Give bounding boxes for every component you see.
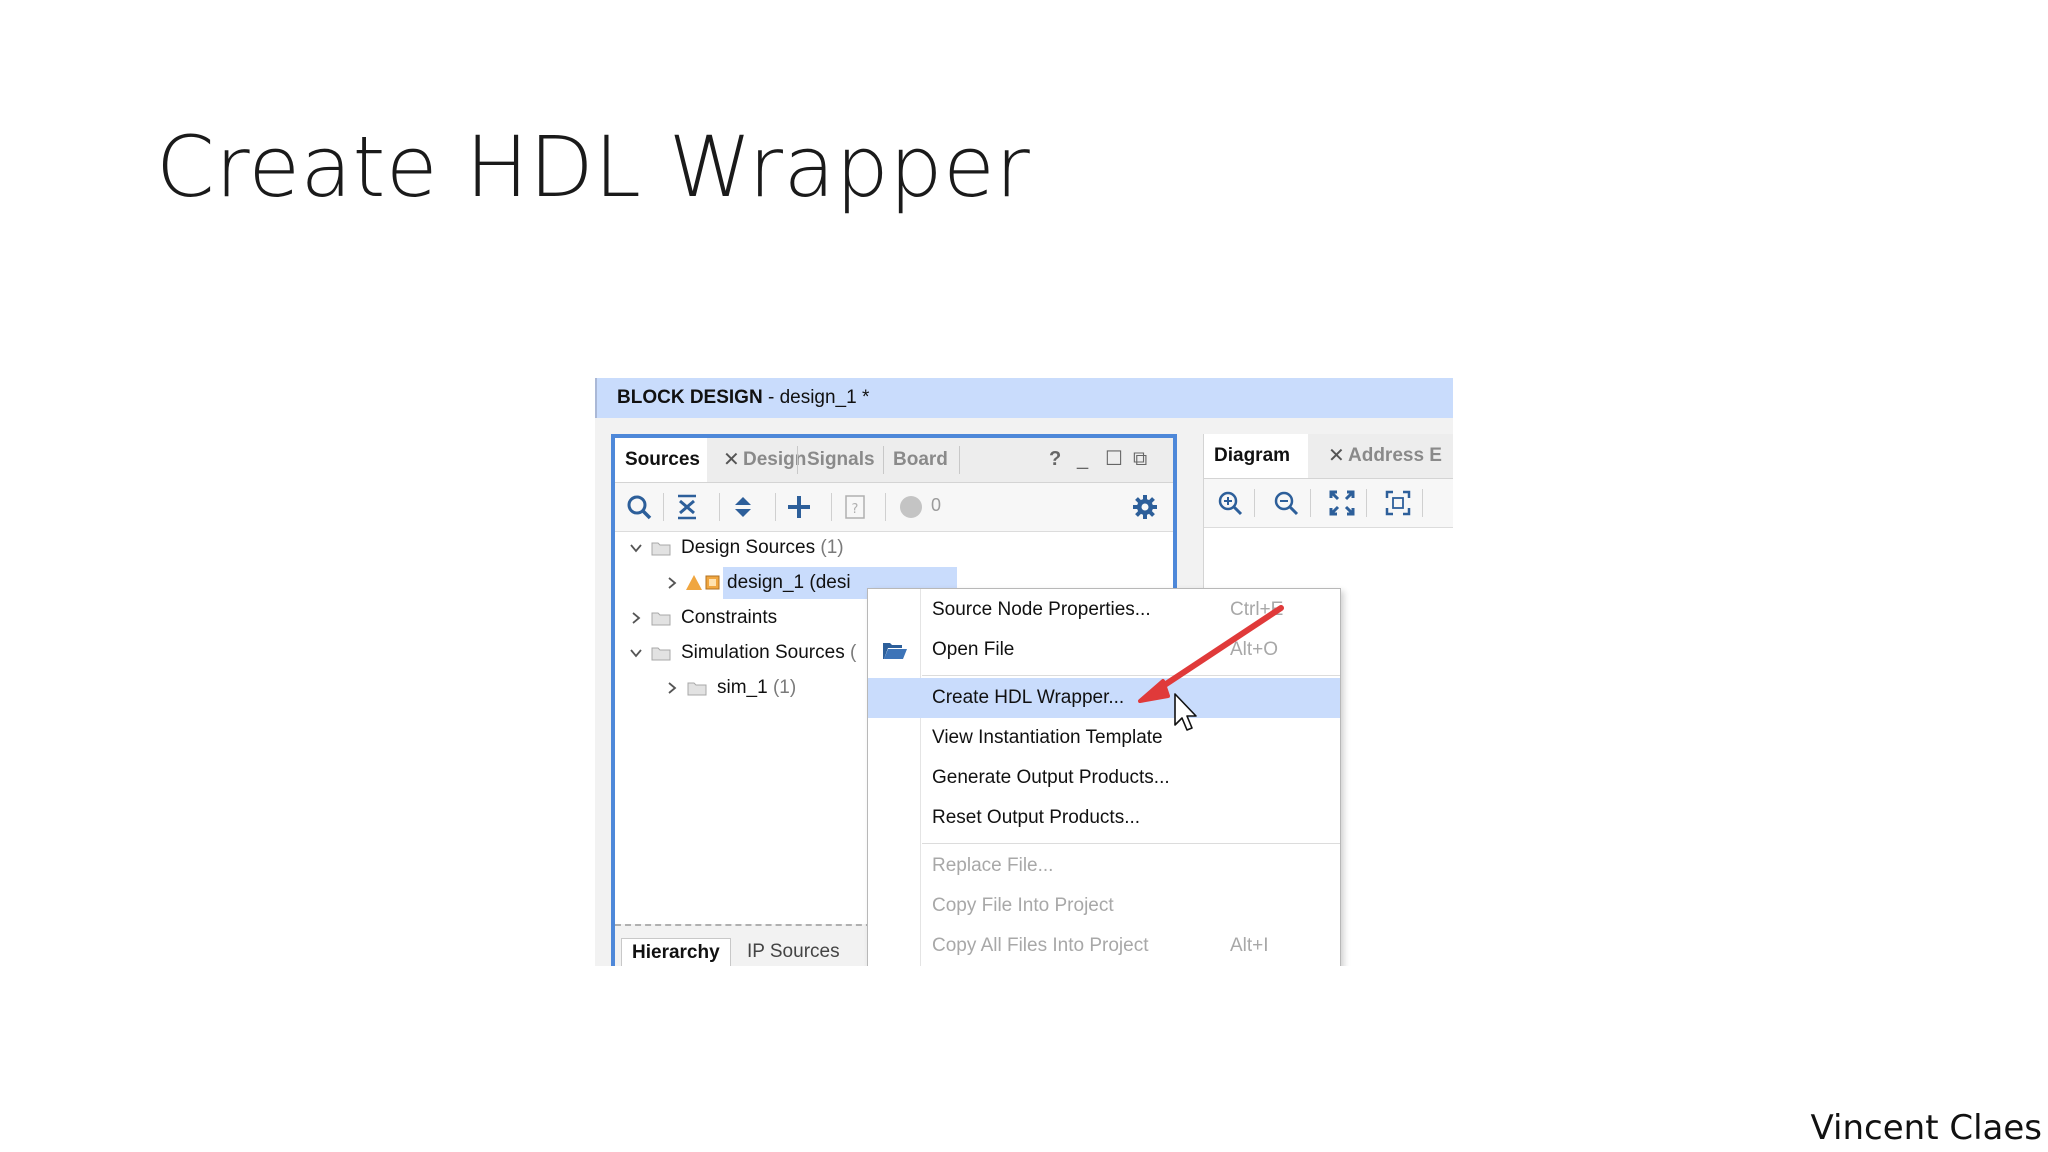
float-icon[interactable]: ⧉: [1133, 448, 1147, 470]
vivado-screenshot: BLOCK DESIGN - design_1 * Sources ✕ Desi…: [595, 378, 1453, 966]
sources-toolbar: ? 0: [615, 483, 1173, 532]
zoom-out-icon[interactable]: [1272, 489, 1300, 517]
collapse-all-icon[interactable]: [673, 493, 701, 521]
menu-separator: [922, 843, 1340, 844]
chevron-right-icon[interactable]: [665, 576, 679, 590]
add-icon[interactable]: [785, 493, 813, 521]
maximize-icon[interactable]: ☐: [1105, 448, 1123, 470]
tab-divider: [883, 446, 884, 474]
close-icon[interactable]: ✕: [1328, 446, 1345, 466]
tab-board[interactable]: Board: [893, 438, 948, 482]
tree-item-label: sim_1: [717, 677, 768, 698]
block-design-header: BLOCK DESIGN - design_1 *: [595, 378, 1453, 418]
toolbar-divider: [1422, 489, 1423, 517]
tab-divider: [959, 446, 960, 474]
menu-item-source-node-properties[interactable]: Source Node Properties... Ctrl+E: [868, 590, 1340, 630]
menu-item-open-file[interactable]: Open File Alt+O: [868, 630, 1340, 670]
folder-icon: [651, 647, 671, 661]
folder-icon: [651, 542, 671, 556]
zoom-in-icon[interactable]: [1216, 489, 1244, 517]
status-dot-icon: [900, 496, 922, 518]
toolbar-divider: [719, 493, 720, 521]
toolbar-divider: [1254, 489, 1255, 517]
tree-item-label: Constraints: [681, 607, 778, 628]
zoom-fit-icon[interactable]: [1328, 489, 1356, 517]
menu-item-replace-file[interactable]: Replace File...: [868, 846, 1340, 886]
tab-sources[interactable]: Sources: [615, 438, 707, 482]
menu-item-copy-all-files-into-project[interactable]: Copy All Files Into Project Alt+I: [868, 926, 1340, 966]
tree-item-label: Design Sources: [681, 537, 816, 558]
tab-ip-sources[interactable]: IP Sources: [737, 938, 850, 966]
toolbar-divider: [831, 493, 832, 521]
header-design-name: - design_1 *: [762, 387, 870, 408]
chevron-right-icon[interactable]: [629, 611, 643, 625]
chevron-down-icon[interactable]: [629, 646, 643, 660]
block-design-icon: [686, 575, 720, 590]
close-icon[interactable]: ✕: [723, 450, 740, 470]
minimize-icon[interactable]: _: [1077, 448, 1088, 470]
expand-all-icon[interactable]: [729, 493, 757, 521]
toolbar-divider: [775, 493, 776, 521]
tab-diagram[interactable]: Diagram: [1204, 434, 1308, 478]
toolbar-divider: [1366, 489, 1367, 517]
search-icon[interactable]: [625, 493, 653, 521]
chevron-right-icon[interactable]: [665, 681, 679, 695]
tree-item-count: (1): [820, 537, 844, 558]
svg-text:?: ?: [852, 502, 859, 517]
tree-item-label: Simulation Sources: [681, 642, 845, 663]
menu-item-copy-file-into-project[interactable]: Copy File Into Project: [868, 886, 1340, 926]
menu-item-reset-output-products[interactable]: Reset Output Products...: [868, 798, 1340, 838]
chevron-down-icon[interactable]: [629, 541, 643, 555]
folder-open-icon: [883, 643, 907, 659]
slide-title: Create HDL Wrapper: [156, 118, 1031, 216]
sources-tabbar: Sources ✕ Design Signals Board ? _ ☐ ⧉: [615, 438, 1173, 483]
gear-icon[interactable]: [1131, 493, 1159, 521]
zoom-selection-icon[interactable]: [1384, 489, 1412, 517]
tab-signals[interactable]: Signals: [807, 438, 875, 482]
folder-icon: [651, 612, 671, 626]
folder-icon: [687, 682, 707, 696]
diagram-toolbar: [1204, 479, 1453, 528]
header-title: BLOCK DESIGN: [617, 387, 763, 408]
author-name: Vincent Claes: [1810, 1108, 2042, 1148]
help-icon[interactable]: ?: [1049, 448, 1061, 470]
menu-separator: [922, 675, 1340, 676]
unknown-file-icon[interactable]: ?: [841, 493, 869, 521]
menu-item-create-hdl-wrapper[interactable]: Create HDL Wrapper...: [868, 678, 1340, 718]
diagram-tabbar: Diagram ✕ Address E: [1204, 434, 1453, 479]
tab-hierarchy[interactable]: Hierarchy: [621, 938, 731, 966]
menu-item-generate-output-products[interactable]: Generate Output Products...: [868, 758, 1340, 798]
status-count: 0: [931, 495, 942, 515]
tab-address-editor[interactable]: Address E: [1348, 434, 1442, 478]
tree-item-count: (: [849, 642, 857, 663]
toolbar-divider: [663, 493, 664, 521]
tree-item-design-sources[interactable]: Design Sources (1): [615, 532, 1173, 564]
tree-item-count: (1): [772, 677, 797, 698]
context-menu: Source Node Properties... Ctrl+E Open Fi…: [867, 588, 1341, 966]
toolbar-divider: [1310, 489, 1311, 517]
menu-item-view-instantiation-template[interactable]: View Instantiation Template: [868, 718, 1340, 758]
tab-divider: [797, 446, 798, 474]
toolbar-divider: [885, 493, 886, 521]
